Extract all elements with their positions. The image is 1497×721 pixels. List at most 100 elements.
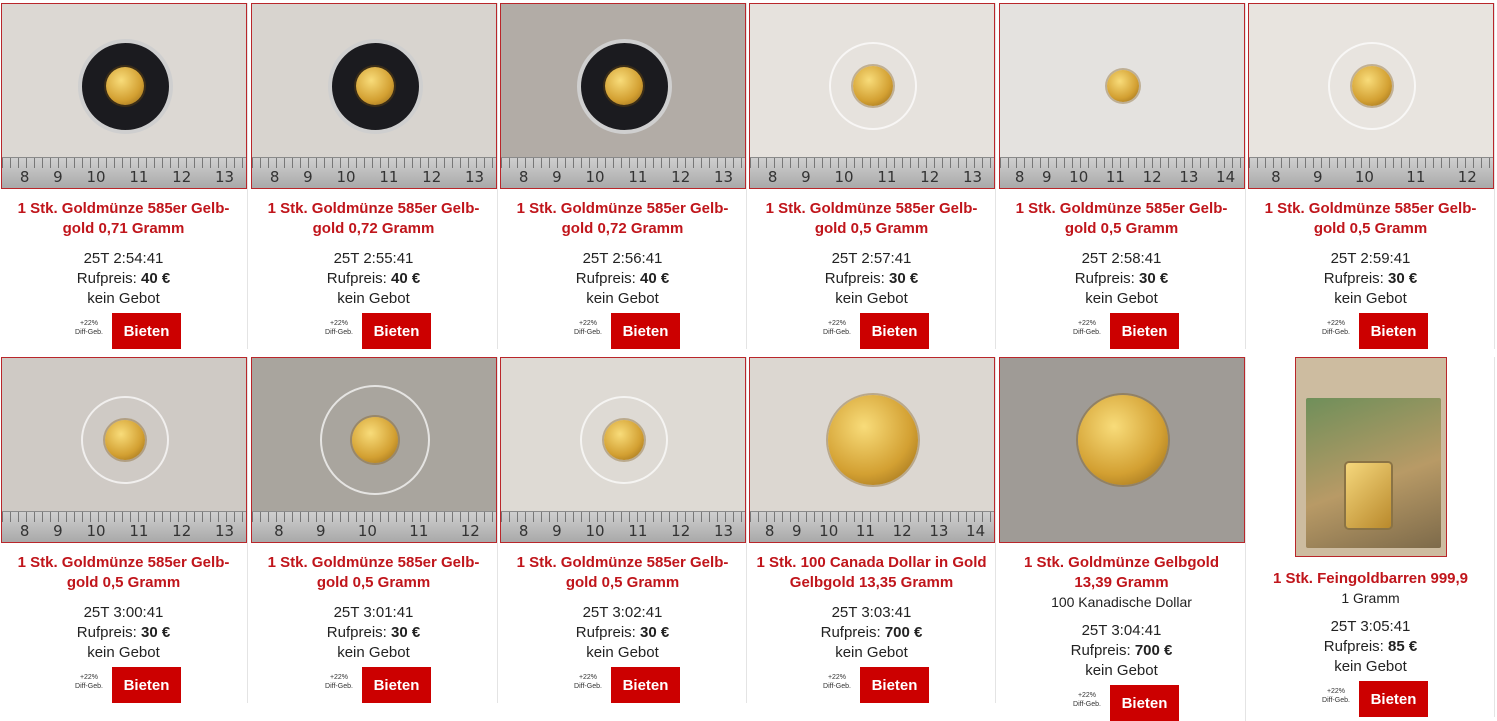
item-title[interactable]: 1 Stk. Goldmünze 585er Gelb-gold 0,5 Gra… — [6, 553, 241, 593]
fee-note: +22% Diff-Geb. — [320, 673, 358, 691]
bid-button[interactable]: Bieten — [1110, 313, 1179, 349]
bid-actions: +22% Diff-Geb. Bieten — [1247, 313, 1494, 349]
item-image[interactable]: 8 9 10 11 12 13 — [1, 3, 247, 189]
bid-actions: +22% Diff-Geb. Bieten — [499, 667, 746, 703]
bid-button[interactable]: Bieten — [611, 667, 680, 703]
price-value: 85 € — [1388, 638, 1418, 655]
auction-item-card[interactable]: 8 9 10 11 12 1 Stk. Goldmünze 585er Gelb-gold… — [250, 357, 498, 703]
item-title[interactable]: 1 Stk. Goldmünze 585er Gelb-gold 0,5 Gra… — [1253, 199, 1488, 239]
starting-price: Rufpreis: 30 € — [998, 269, 1245, 289]
ruler-numbers: 8 9 10 11 12 13 14 — [1006, 168, 1244, 186]
bid-status: kein Gebot — [1334, 290, 1407, 307]
bid-status: kein Gebot — [1334, 658, 1407, 675]
item-title[interactable]: 1 Stk. Goldmünze 585er Gelb-gold 0,72 Gr… — [505, 199, 740, 239]
item-image[interactable] — [1295, 357, 1447, 557]
fee-percent: +22% — [578, 674, 598, 681]
fee-note: +22% Diff-Geb. — [1317, 319, 1355, 337]
bid-button[interactable]: Bieten — [112, 313, 181, 349]
item-title[interactable]: 1 Stk. Goldmünze 585er Gelb-gold 0,5 Gra… — [505, 553, 740, 593]
bid-actions: +22% Diff-Geb. Bieten — [998, 313, 1245, 349]
ruler-ticks — [750, 158, 994, 168]
bid-status: kein Gebot — [835, 644, 908, 661]
item-image[interactable] — [999, 357, 1245, 543]
remaining-time: 25T 3:04:41 — [1081, 622, 1162, 639]
item-image[interactable]: 8 9 10 11 12 13 14 — [749, 357, 995, 543]
bid-button[interactable]: Bieten — [362, 667, 431, 703]
item-image[interactable]: 8 9 10 11 12 13 — [1, 357, 247, 543]
ruler-number: 11 — [129, 522, 149, 540]
auction-item-card[interactable]: 8 9 10 11 12 13 1 Stk. Goldmünze 585er Gelb-go… — [0, 357, 248, 703]
item-title[interactable]: 1 Stk. Goldmünze 585er Gelb-gold 0,5 Gra… — [256, 553, 491, 593]
ruler-number: 9 — [1041, 168, 1052, 186]
fee-label: Diff-Geb. — [75, 683, 103, 690]
remaining-time: 25T 3:01:41 — [333, 604, 414, 621]
measuring-ruler: 8 9 10 11 12 — [1249, 157, 1493, 188]
item-image[interactable]: 8 9 10 11 12 13 — [749, 3, 995, 189]
item-title[interactable]: 1 Stk. Goldmünze Gelbgold 13,39 Gramm — [1004, 553, 1239, 593]
bid-actions: +22% Diff-Geb. Bieten — [1247, 681, 1494, 717]
bid-button[interactable]: Bieten — [611, 313, 680, 349]
bid-button[interactable]: Bieten — [112, 667, 181, 703]
ruler-number: 10 — [1354, 168, 1374, 186]
ruler-numbers: 8 9 10 11 12 13 14 — [756, 522, 994, 540]
auction-item-card[interactable]: 8 9 10 11 12 13 1 Stk. Goldmünze 585er Gelb-go… — [499, 3, 747, 349]
ruler-numbers: 8 9 10 11 12 13 — [507, 168, 745, 186]
ruler-number: 10 — [819, 522, 839, 540]
auction-item-card[interactable]: 8 9 10 11 12 1 Stk. Goldmünze 585er Gelb-gold… — [1247, 3, 1495, 349]
gold-coin — [853, 66, 893, 106]
item-title[interactable]: 1 Stk. Goldmünze 585er Gelb-gold 0,71 Gr… — [6, 199, 241, 239]
bid-button[interactable]: Bieten — [362, 313, 431, 349]
ruler-number: 9 — [791, 522, 802, 540]
starting-price: Rufpreis: 40 € — [499, 269, 746, 289]
item-title[interactable]: 1 Stk. Goldmünze 585er Gelb-gold 0,72 Gr… — [256, 199, 491, 239]
price-value: 30 € — [889, 270, 919, 287]
fee-label: Diff-Geb. — [1322, 329, 1350, 336]
remaining-time: 25T 2:54:41 — [83, 250, 164, 267]
auction-item-card[interactable]: 8 9 10 11 12 13 1 Stk. Goldmünze 585er Gelb-go… — [250, 3, 498, 349]
item-title[interactable]: 1 Stk. 100 Canada Dollar in Gold Gelbgol… — [754, 553, 989, 593]
item-image[interactable]: 8 9 10 11 12 13 — [500, 357, 746, 543]
auction-item-card[interactable]: 8 9 10 11 12 13 1 Stk. Goldmünze 585er Gelb-go… — [499, 357, 747, 703]
auction-item-card[interactable]: 8 9 10 11 12 13 1 Stk. Goldmünze 585er Gelb-go… — [748, 3, 996, 349]
remaining-time: 25T 3:03:41 — [831, 604, 912, 621]
bid-status: kein Gebot — [337, 290, 410, 307]
ruler-numbers: 8 9 10 11 12 13 — [8, 522, 246, 540]
ruler-number: 11 — [628, 168, 648, 186]
ruler-number: 10 — [834, 168, 854, 186]
bid-button[interactable]: Bieten — [1359, 313, 1428, 349]
ruler-numbers: 8 9 10 11 12 13 — [258, 168, 496, 186]
bid-button[interactable]: Bieten — [1110, 685, 1179, 721]
ruler-number: 11 — [877, 168, 897, 186]
remaining-time: 25T 2:58:41 — [1081, 250, 1162, 267]
starting-price: Rufpreis: 700 € — [748, 623, 995, 643]
item-image[interactable]: 8 9 10 11 12 — [1248, 3, 1494, 189]
auction-item-card[interactable]: 8 9 10 11 12 13 14 1 Stk. Goldmünze 585er Gelb-… — [998, 3, 1246, 349]
fee-label: Diff-Geb. — [574, 683, 602, 690]
ruler-number: 13 — [465, 168, 485, 186]
item-subtitle: 100 Kanadische Dollar — [1051, 594, 1192, 610]
ruler-numbers: 8 9 10 11 12 13 — [507, 522, 745, 540]
price-label: Rufpreis: — [326, 270, 387, 287]
item-title[interactable]: 1 Stk. Feingoldbarren 999,9 — [1253, 569, 1488, 589]
item-image[interactable]: 8 9 10 11 12 — [251, 357, 497, 543]
remaining-time: 25T 2:56:41 — [582, 250, 663, 267]
item-image[interactable]: 8 9 10 11 12 13 14 — [999, 3, 1245, 189]
fee-percent: +22% — [1326, 688, 1346, 695]
item-image[interactable]: 8 9 10 11 12 13 — [500, 3, 746, 189]
ruler-number: 12 — [172, 168, 192, 186]
bid-actions: +22% Diff-Geb. Bieten — [0, 667, 247, 703]
item-title[interactable]: 1 Stk. Goldmünze 585er Gelb-gold 0,5 Gra… — [1004, 199, 1239, 239]
bid-button[interactable]: Bieten — [1359, 681, 1428, 717]
ruler-number: 10 — [86, 522, 106, 540]
gold-coin — [1078, 395, 1168, 485]
auction-item-card[interactable]: 8 9 10 11 12 13 1 Stk. Goldmünze 585er Gelb-go… — [0, 3, 248, 349]
item-title[interactable]: 1 Stk. Goldmünze 585er Gelb-gold 0,5 Gra… — [754, 199, 989, 239]
price-label: Rufpreis: — [824, 270, 885, 287]
bid-button[interactable]: Bieten — [860, 667, 929, 703]
auction-item-card[interactable]: 1 Stk. Goldmünze Gelbgold 13,39 Gramm 100… — [998, 357, 1246, 721]
item-image[interactable]: 8 9 10 11 12 13 — [251, 3, 497, 189]
bid-button[interactable]: Bieten — [860, 313, 929, 349]
auction-item-card[interactable]: 8 9 10 11 12 13 14 1 Stk. 100 Canada Dollar in … — [748, 357, 996, 703]
fee-note: +22% Diff-Geb. — [1317, 687, 1355, 705]
auction-item-card[interactable]: 1 Stk. Feingoldbarren 999,9 1 Gramm 25T 3:… — [1247, 357, 1495, 717]
